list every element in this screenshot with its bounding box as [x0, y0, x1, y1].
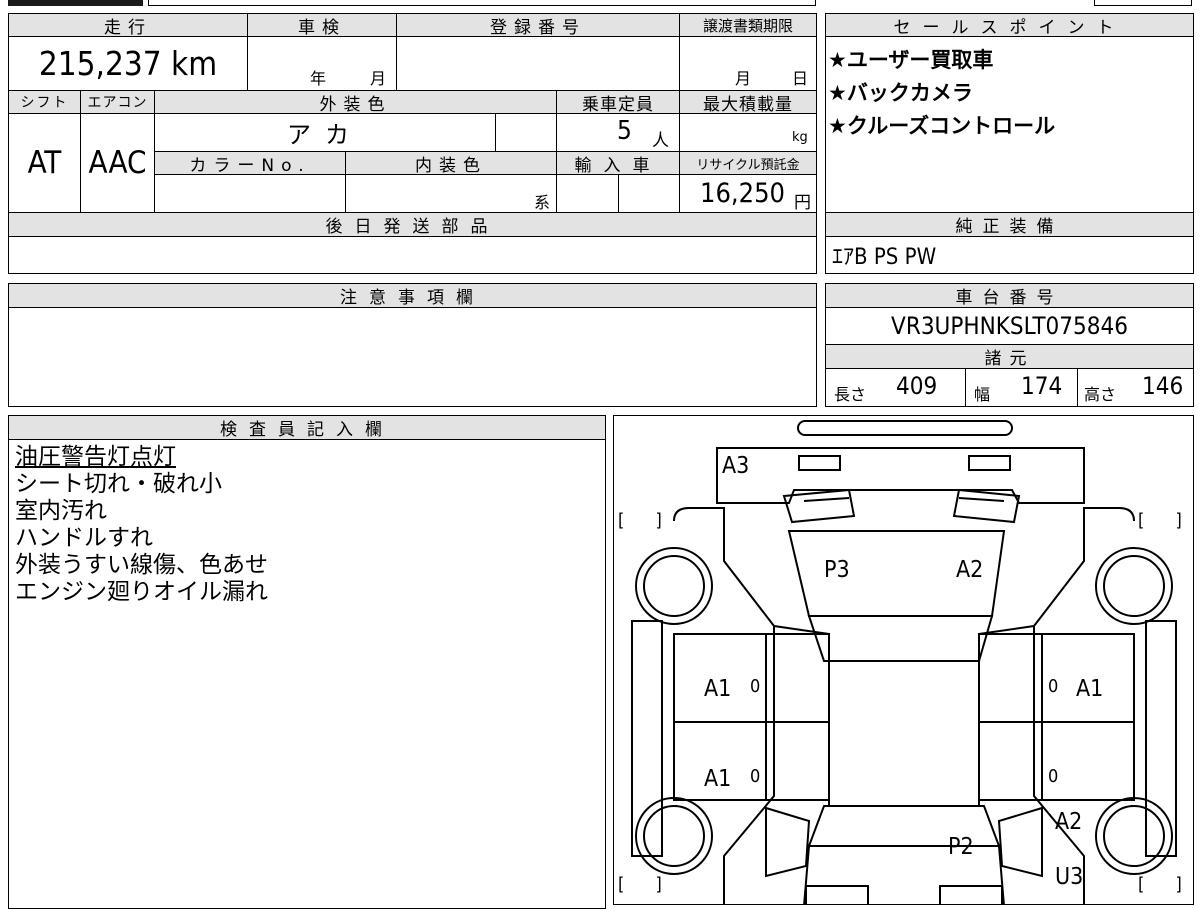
caution-header: 注意事項欄 [8, 283, 817, 308]
capacity-value: 5 人 [556, 113, 680, 152]
inspection-value: 年 月 [247, 36, 397, 91]
transfer-deadline-value: 月 日 [679, 36, 817, 91]
transfer-month-unit: 月 [735, 69, 752, 88]
registration-value [396, 36, 680, 91]
recycle-header: リサイクル預託金 [679, 151, 817, 175]
specs-width: 幅 174 [965, 368, 1078, 407]
damage-mark-a1-left-front: A1 [704, 676, 732, 702]
zero-mark: 0 [1048, 676, 1059, 697]
inspector-note: 油圧警告灯点灯 [15, 444, 176, 470]
chassis-value: VR3UPHNKSLT075846 [825, 307, 1194, 345]
max-load-value: kg [679, 113, 817, 152]
zero-mark: 0 [750, 676, 761, 697]
chassis-header: 車台番号 [825, 283, 1194, 308]
exterior-color-header: 外装色 [154, 90, 557, 114]
recycle-unit: 円 [794, 193, 811, 213]
car-diagram: A3 P3 A2 A1 A1 A1 A2 P2 U3 0 0 0 0 [ ] [… [613, 415, 1194, 905]
sales-point-item: ★バックカメラ [828, 81, 973, 105]
zero-mark: 0 [750, 766, 761, 787]
aircon-value: AAC [80, 113, 155, 213]
aircon-header: エアコン [80, 90, 155, 114]
later-parts-header: 後日発送部品 [8, 212, 817, 237]
transfer-deadline-header: 譲渡書類期限 [679, 13, 817, 37]
inspector-header: 検査員記入欄 [8, 415, 606, 440]
top-cut-dark-box [8, 0, 143, 6]
exterior-color-value: アカ [154, 113, 496, 152]
damage-mark-a2-hood: A2 [956, 557, 984, 583]
car-outline-svg [631, 420, 1177, 904]
capacity-header: 乗車定員 [556, 90, 680, 114]
damage-mark-a1-right-front: A1 [1076, 676, 1104, 702]
color-no-value [154, 174, 346, 213]
sales-point-item: ★ユーザー買取車 [828, 48, 994, 72]
exterior-color-extra [495, 113, 557, 152]
color-no-header: カラーNo. [154, 151, 346, 175]
import-header: 輸入車 [556, 151, 680, 175]
inspector-note: シート切れ・破れ小 [15, 471, 222, 497]
import-value-left [556, 174, 619, 213]
sales-point-item: ★クルーズコントロール [828, 114, 1056, 138]
damage-mark-a3: A3 [722, 453, 750, 479]
inspection-year-unit: 年 [310, 69, 327, 88]
inspector-note: エンジン廻りオイル漏れ [15, 579, 268, 605]
bracket-mark: [ ] [1138, 874, 1182, 895]
caution-value [8, 307, 817, 407]
sales-points-header: セールスポイント [825, 13, 1194, 37]
damage-mark-a1-left-rear: A1 [704, 766, 732, 792]
sales-points-list: ★ユーザー買取車 ★バックカメラ ★クルーズコントロール [825, 36, 1194, 213]
top-cut-box-right [1094, 0, 1192, 6]
inspector-note: ハンドルすれ [15, 525, 153, 551]
inspection-header: 車検 [247, 13, 397, 37]
capacity-unit: 人 [652, 131, 669, 151]
inspector-note: 外装うすい線傷、色あせ [15, 552, 268, 578]
mileage-value: 215,237 km [8, 36, 248, 91]
genuine-equipment-header: 純正装備 [825, 212, 1194, 237]
inspection-month-unit: 月 [370, 69, 387, 88]
import-value-right [618, 174, 680, 213]
specs-height: 高さ 146 [1077, 368, 1194, 407]
zero-mark: 0 [1048, 766, 1059, 787]
damage-mark-a2-rear: A2 [1055, 809, 1083, 835]
bracket-mark: [ ] [618, 510, 662, 531]
bracket-mark: [ ] [618, 874, 662, 895]
interior-color-suffix: 系 [534, 193, 551, 212]
specs-length: 長さ 409 [825, 368, 966, 407]
damage-mark-p3: P3 [824, 557, 850, 583]
later-parts-value [8, 236, 817, 274]
max-load-unit: kg [792, 130, 808, 145]
recycle-value: 16,250 円 [679, 174, 817, 213]
damage-mark-u3: U3 [1055, 864, 1084, 890]
shift-header: シフト [8, 90, 81, 114]
top-cut-line [148, 0, 816, 6]
specs-header: 諸元 [825, 344, 1194, 369]
genuine-equipment-value: ｴｱB PS PW [825, 236, 1194, 274]
registration-header: 登録番号 [396, 13, 680, 37]
inspector-note: 室内汚れ [15, 498, 107, 524]
shift-value: AT [8, 113, 81, 213]
damage-mark-p2: P2 [948, 834, 974, 860]
interior-color-value: 系 [345, 174, 557, 213]
bracket-mark: [ ] [1138, 510, 1182, 531]
transfer-day-unit: 日 [792, 69, 809, 88]
inspector-notes: 油圧警告灯点灯 シート切れ・破れ小 室内汚れ ハンドルすれ 外装うすい線傷、色あ… [8, 439, 606, 909]
mileage-header: 走行 [8, 13, 248, 37]
max-load-header: 最大積載量 [679, 90, 817, 114]
interior-color-header: 内装色 [345, 151, 557, 175]
